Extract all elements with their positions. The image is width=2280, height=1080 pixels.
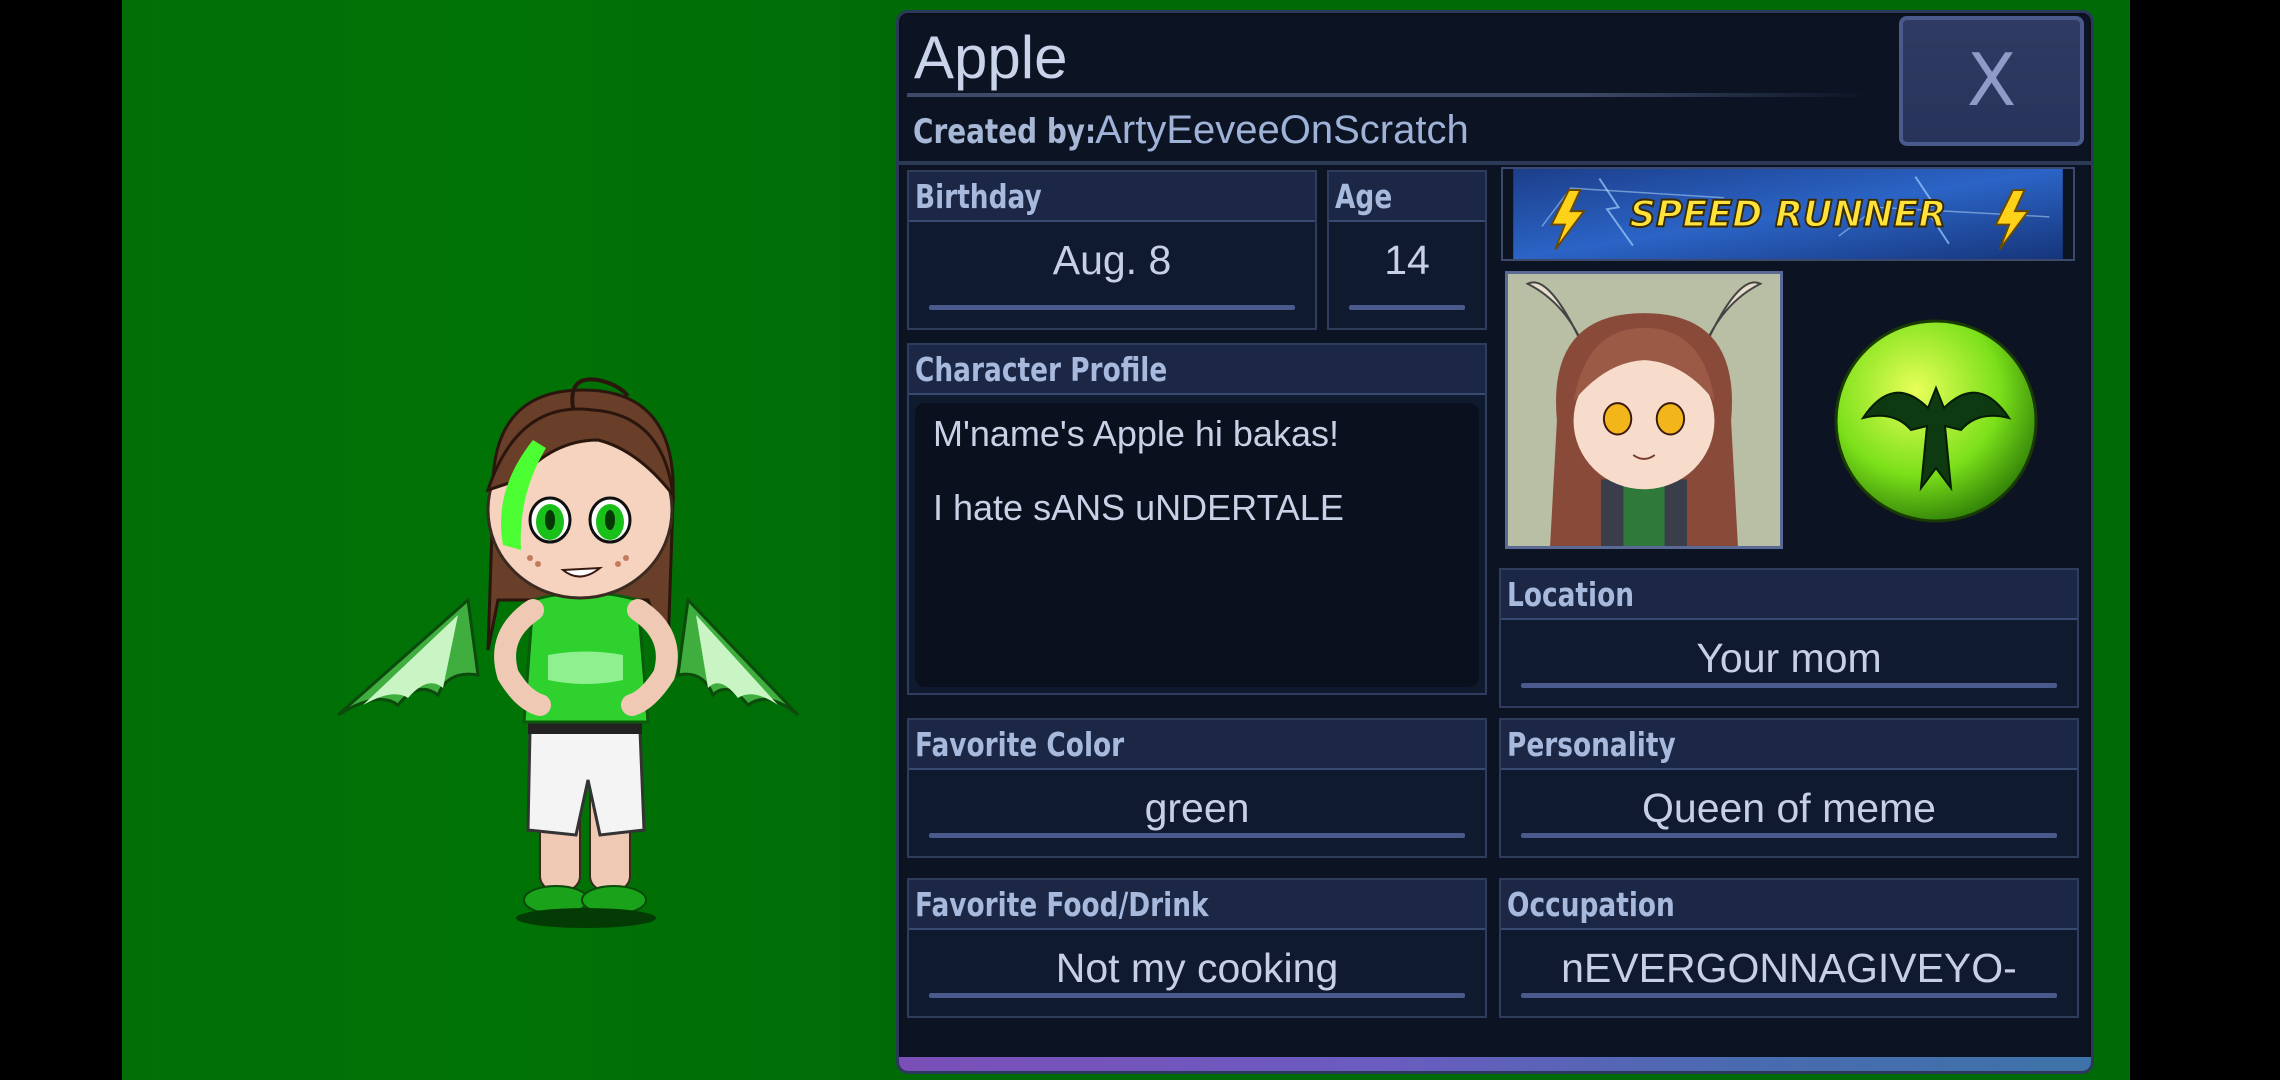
favorite-food-label: Favorite Food/Drink — [915, 885, 1209, 924]
title-divider — [907, 93, 1867, 97]
occupation-value: nEVERGONNAGIVEYO- — [1561, 945, 2017, 991]
favorite-color-field[interactable]: Favorite Color green — [907, 718, 1487, 858]
header-divider — [899, 161, 2091, 165]
birthday-field[interactable]: Birthday Aug. 8 — [907, 170, 1317, 330]
personality-underline — [1521, 833, 2057, 838]
profile-line-1: M'name's Apple hi bakas! — [933, 413, 1339, 454]
personality-value: Queen of meme — [1642, 785, 1936, 831]
character-figure — [337, 377, 800, 928]
personality-label: Personality — [1507, 725, 1676, 764]
age-underline — [1349, 305, 1465, 310]
location-label: Location — [1507, 575, 1635, 614]
age-header: Age — [1329, 172, 1485, 222]
banner-text: SPEED RUNNER — [1630, 192, 1947, 235]
character-profile-text[interactable]: M'name's Apple hi bakas! I hate sANS uND… — [915, 403, 1479, 687]
occupation-header: Occupation — [1501, 880, 2077, 930]
favorite-food-field[interactable]: Favorite Food/Drink Not my cooking — [907, 878, 1487, 1018]
panel-scrollbar[interactable] — [899, 1057, 2091, 1071]
favorite-color-value: green — [1144, 785, 1250, 831]
occupation-label: Occupation — [1507, 885, 1675, 924]
occupation-underline — [1521, 993, 2057, 998]
favorite-color-header: Favorite Color — [909, 720, 1485, 770]
birthday-header: Birthday — [909, 172, 1315, 222]
favorite-color-label: Favorite Color — [915, 725, 1125, 764]
location-value: Your mom — [1696, 635, 1882, 681]
location-header: Location — [1501, 570, 2077, 620]
favorite-food-underline — [929, 993, 1465, 998]
birthday-value: Aug. 8 — [1052, 237, 1172, 283]
favorite-color-underline — [929, 833, 1465, 838]
dragon-emblem-icon — [1834, 319, 2038, 523]
birthday-underline — [929, 305, 1295, 310]
personality-header: Personality — [1501, 720, 2077, 770]
creator-name: ArtyEeveeOnScratch — [1095, 108, 1469, 152]
personality-field[interactable]: Personality Queen of meme — [1499, 718, 2079, 858]
location-underline — [1521, 683, 2057, 688]
occupation-field[interactable]: Occupation nEVERGONNAGIVEYO- — [1499, 878, 2079, 1018]
character-profile-header: Character Profile — [909, 345, 1485, 395]
favorite-food-value: Not my cooking — [1055, 945, 1339, 991]
age-label: Age — [1335, 177, 1393, 216]
character-profile-label: Character Profile — [915, 350, 1168, 389]
age-value: 14 — [1384, 237, 1430, 283]
location-field[interactable]: Location Your mom — [1499, 568, 2079, 708]
birthday-label: Birthday — [915, 177, 1042, 216]
character-profile-field[interactable]: Character Profile M'name's Apple hi baka… — [907, 343, 1487, 695]
profile-line-2: I hate sANS uNDERTALE — [933, 487, 1344, 528]
favorite-food-header: Favorite Food/Drink — [909, 880, 1485, 930]
age-field[interactable]: Age 14 — [1327, 170, 1487, 330]
character-profile-panel: Apple Created by: ArtyEeveeOnScratch X B… — [896, 10, 2094, 1074]
close-button[interactable]: X — [1899, 16, 2084, 146]
character-name: Apple — [914, 24, 1068, 91]
character-portrait — [1505, 271, 1783, 549]
speed-runner-banner: SPEED RUNNER — [1501, 167, 2075, 261]
creator-credit: Created by: ArtyEeveeOnScratch — [913, 105, 1469, 157]
creator-label: Created by: — [913, 112, 1097, 152]
